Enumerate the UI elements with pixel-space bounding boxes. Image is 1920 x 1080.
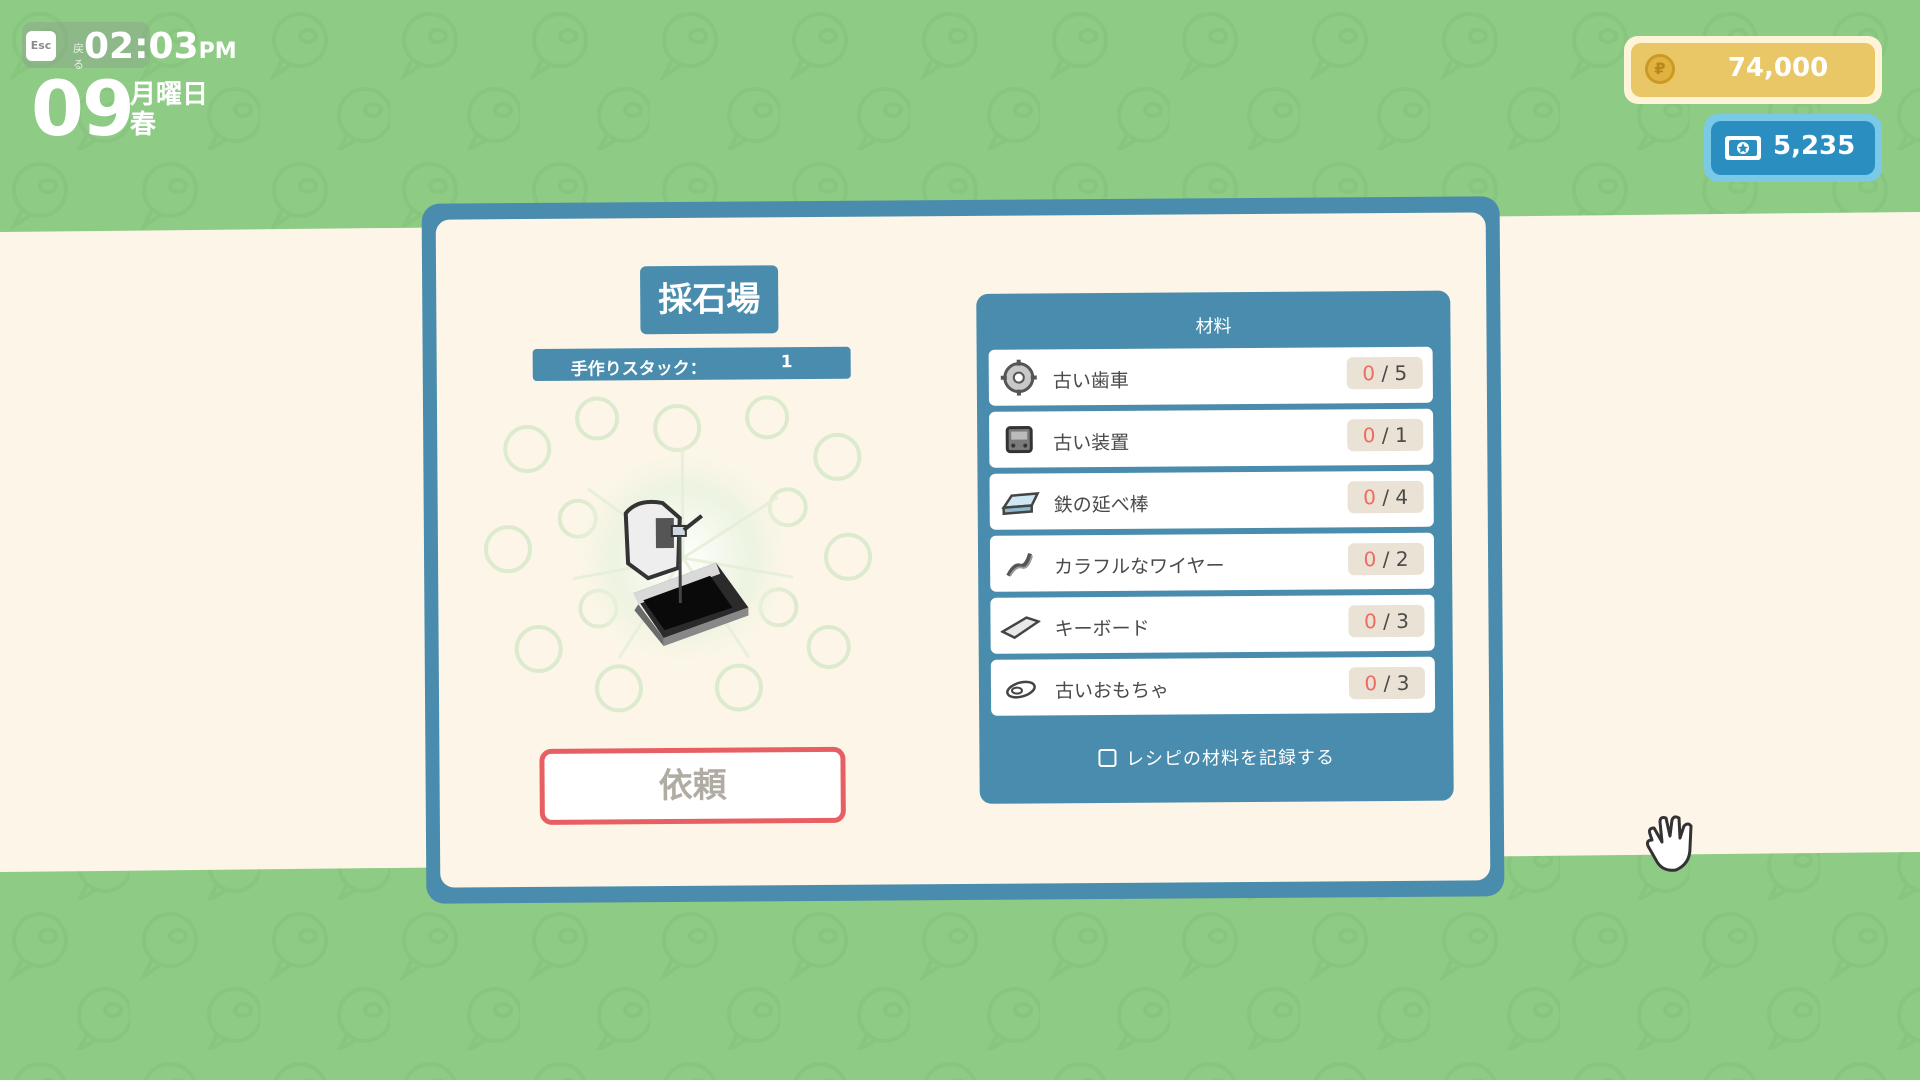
ticket-icon	[1725, 136, 1761, 160]
material-row-old-gear[interactable]: 古い歯車 0 / 5	[988, 346, 1433, 406]
colorful-wire-icon	[1006, 552, 1034, 577]
ticket-value: 5,235	[1773, 131, 1856, 161]
material-row-old-device[interactable]: 古い装置 0 / 1	[989, 408, 1434, 468]
old-device-icon	[1005, 426, 1033, 454]
material-row-colorful-wire[interactable]: カラフルなワイヤー 0 / 2	[989, 532, 1435, 592]
material-count: 0 / 1	[1347, 418, 1424, 452]
material-have: 0	[1362, 361, 1376, 386]
crafting-panel: 採石場 手作りスタック： 1 依頼 材料 古い歯車 0 / 5 古い装置 0 /…	[421, 196, 1505, 904]
material-count: 0 / 3	[1348, 604, 1425, 638]
material-need: / 3	[1383, 670, 1410, 696]
season: 春	[130, 110, 157, 140]
facility-title: 採石場	[640, 265, 779, 335]
material-have: 0	[1363, 609, 1377, 634]
hand-cursor-icon	[1646, 815, 1693, 872]
clock-ampm: PM	[198, 39, 237, 64]
material-need: / 4	[1382, 484, 1409, 510]
record-recipe-label: レシピの材料を記録する	[1125, 747, 1336, 770]
materials-panel: 材料 古い歯車 0 / 5 古い装置 0 / 1 鉄の延べ棒 0 / 4 カラフ…	[976, 290, 1454, 804]
material-row-old-toy[interactable]: 古いおもちゃ 0 / 3	[990, 656, 1436, 716]
material-row-iron-ingot[interactable]: 鉄の延べ棒 0 / 4	[989, 470, 1434, 530]
material-name: カラフルなワイヤー	[1054, 555, 1225, 579]
request-button[interactable]: 依頼	[539, 746, 846, 825]
old-gear-icon	[1000, 359, 1037, 396]
material-need: / 2	[1382, 546, 1409, 572]
material-need: / 5	[1381, 360, 1408, 386]
material-count: 0 / 3	[1348, 666, 1426, 700]
day-number: 09	[31, 64, 135, 153]
materials-header: 材料	[1195, 316, 1232, 338]
coin-balance: ₽ 74,000	[1624, 36, 1882, 104]
material-count: 0 / 4	[1347, 480, 1424, 514]
material-name: 古い装置	[1053, 431, 1130, 455]
ticket-balance: 5,235	[1704, 114, 1882, 182]
iron-ingot-icon	[1001, 492, 1040, 516]
craft-stack-label: 手作りスタック：	[570, 358, 707, 380]
coin-icon: ₽	[1645, 54, 1675, 84]
coin-value: 74,000	[1727, 53, 1829, 83]
quarry-machine-icon	[483, 395, 873, 713]
material-have: 0	[1362, 423, 1376, 448]
material-need: / 3	[1383, 608, 1410, 634]
material-have: 0	[1363, 547, 1377, 572]
old-toy-icon	[1006, 680, 1036, 699]
clock-time-value: 02:03	[84, 26, 199, 67]
record-recipe-toggle[interactable]: レシピの材料を記録する	[979, 743, 1453, 772]
material-name: キーボード	[1054, 617, 1150, 641]
material-name: 鉄の延べ棒	[1053, 493, 1149, 517]
record-recipe-checkbox[interactable]	[1097, 748, 1117, 768]
material-row-keyboard[interactable]: キーボード 0 / 3	[990, 594, 1435, 654]
material-have: 0	[1364, 671, 1378, 696]
material-count: 0 / 5	[1346, 356, 1423, 390]
esc-key-icon[interactable]: Esc	[26, 31, 56, 61]
craft-stack-value: 1	[780, 352, 793, 373]
material-have: 0	[1363, 485, 1376, 510]
material-name: 古いおもちゃ	[1054, 679, 1170, 703]
material-name: 古い歯車	[1052, 369, 1129, 393]
craft-stack-bar: 手作りスタック： 1	[532, 346, 851, 381]
material-count: 0 / 2	[1347, 542, 1425, 576]
keyboard-icon	[1000, 616, 1041, 640]
material-need: / 1	[1381, 422, 1408, 448]
clock-time: 02:03PM	[84, 26, 237, 67]
